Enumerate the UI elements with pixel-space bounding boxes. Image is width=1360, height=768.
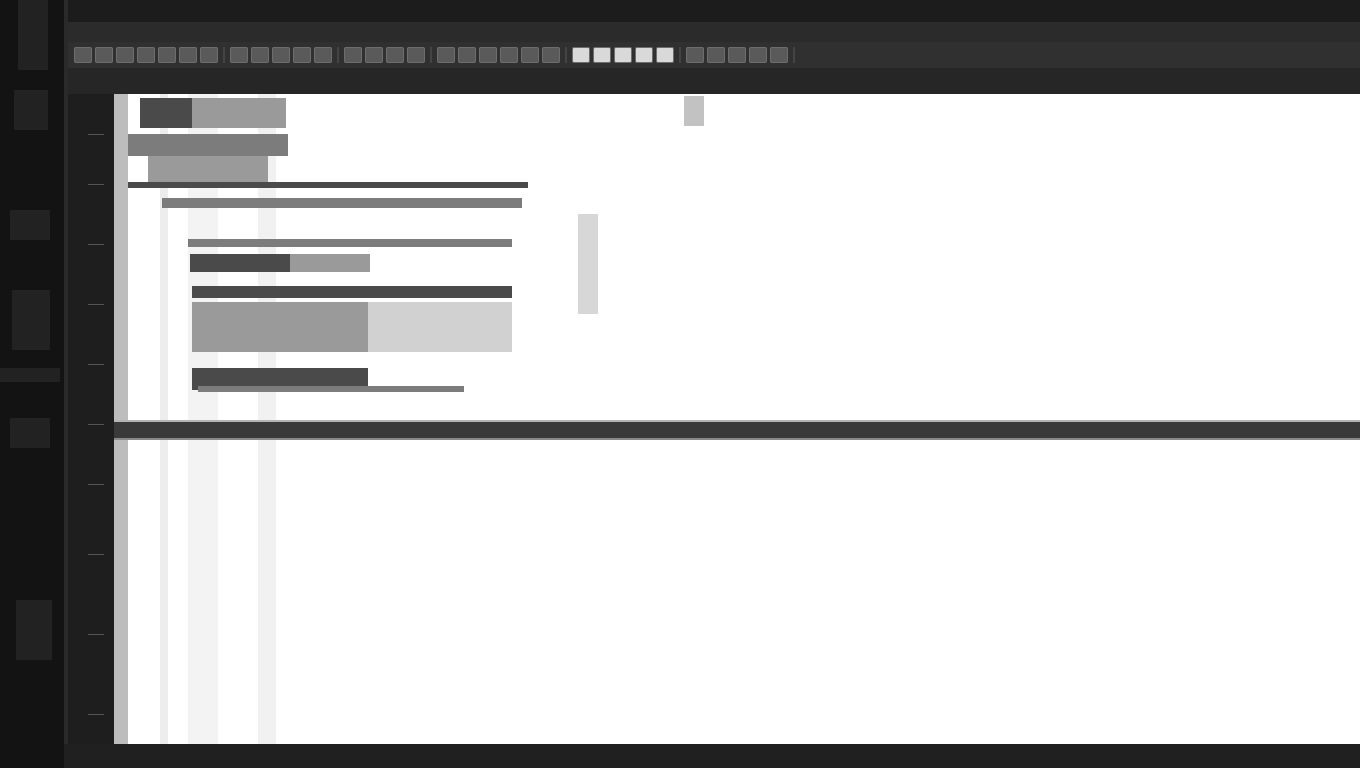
open-icon[interactable] (95, 47, 113, 63)
edit-icon[interactable] (158, 47, 176, 63)
thumbnail-block (578, 214, 598, 314)
draw-icon[interactable] (179, 47, 197, 63)
title-bar (68, 0, 1360, 22)
thumbnail-block (192, 98, 286, 128)
export-icon[interactable] (500, 47, 518, 63)
thumbnail-block (140, 98, 192, 128)
window-icon[interactable] (635, 47, 653, 63)
thumbnail-bar (192, 286, 512, 298)
tool-icon[interactable] (749, 47, 767, 63)
thumbnail-block (190, 254, 290, 272)
undo-icon[interactable] (230, 47, 248, 63)
thumbnail-bar (198, 386, 464, 392)
panel-block (12, 290, 50, 350)
layer-icon[interactable] (479, 47, 497, 63)
panel-block (14, 90, 48, 130)
column-guide (258, 94, 276, 744)
help-icon[interactable] (728, 47, 746, 63)
save-icon[interactable] (116, 47, 134, 63)
thumbnail-block (684, 96, 704, 126)
toolbar (68, 42, 1360, 68)
copy-icon[interactable] (293, 47, 311, 63)
toolbar-separator (337, 47, 339, 63)
save-as-icon[interactable] (137, 47, 155, 63)
toolbar-separator (565, 47, 567, 63)
text-icon[interactable] (686, 47, 704, 63)
toolbar-separator (430, 47, 432, 63)
thumbnail-block (128, 134, 288, 156)
thumbnail-block (192, 302, 368, 352)
square-icon[interactable] (572, 47, 590, 63)
redo-icon[interactable] (251, 47, 269, 63)
toolbar-separator (679, 47, 681, 63)
toolbar-separator (223, 47, 225, 63)
print-icon[interactable] (521, 47, 539, 63)
tab-strip (68, 68, 1360, 94)
grid-icon[interactable] (437, 47, 455, 63)
rect-icon[interactable] (593, 47, 611, 63)
crop-icon[interactable] (656, 47, 674, 63)
snap-icon[interactable] (458, 47, 476, 63)
panel-block (10, 418, 50, 448)
thumbnail-bar (188, 239, 512, 247)
brush-icon[interactable] (200, 47, 218, 63)
paste-icon[interactable] (314, 47, 332, 63)
thumbnail-block (368, 302, 512, 352)
zoom-in-icon[interactable] (344, 47, 362, 63)
scroll-rail[interactable] (114, 94, 128, 744)
menu-bar (68, 22, 1360, 42)
settings-icon[interactable] (542, 47, 560, 63)
new-icon[interactable] (74, 47, 92, 63)
zoom-out-icon[interactable] (365, 47, 383, 63)
toolbar-separator (793, 47, 795, 63)
panel-block (18, 0, 48, 70)
status-bar (64, 744, 1360, 768)
thumbnail-block (290, 254, 370, 272)
panel-block (16, 600, 52, 660)
cut-icon[interactable] (272, 47, 290, 63)
panel-block (0, 368, 60, 382)
thumbnail-bar (162, 198, 522, 208)
left-panel (0, 0, 64, 768)
column-guide (160, 94, 168, 744)
document-canvas[interactable] (128, 94, 1360, 744)
info-icon[interactable] (707, 47, 725, 63)
select-icon[interactable] (407, 47, 425, 63)
pin-icon[interactable] (770, 47, 788, 63)
panel-block (10, 210, 50, 240)
column-guide (188, 94, 218, 744)
frame-icon[interactable] (614, 47, 632, 63)
horizontal-splitter[interactable] (114, 420, 1360, 440)
vertical-ruler (68, 94, 114, 744)
thumbnail-bar (128, 182, 528, 188)
hand-icon[interactable] (386, 47, 404, 63)
